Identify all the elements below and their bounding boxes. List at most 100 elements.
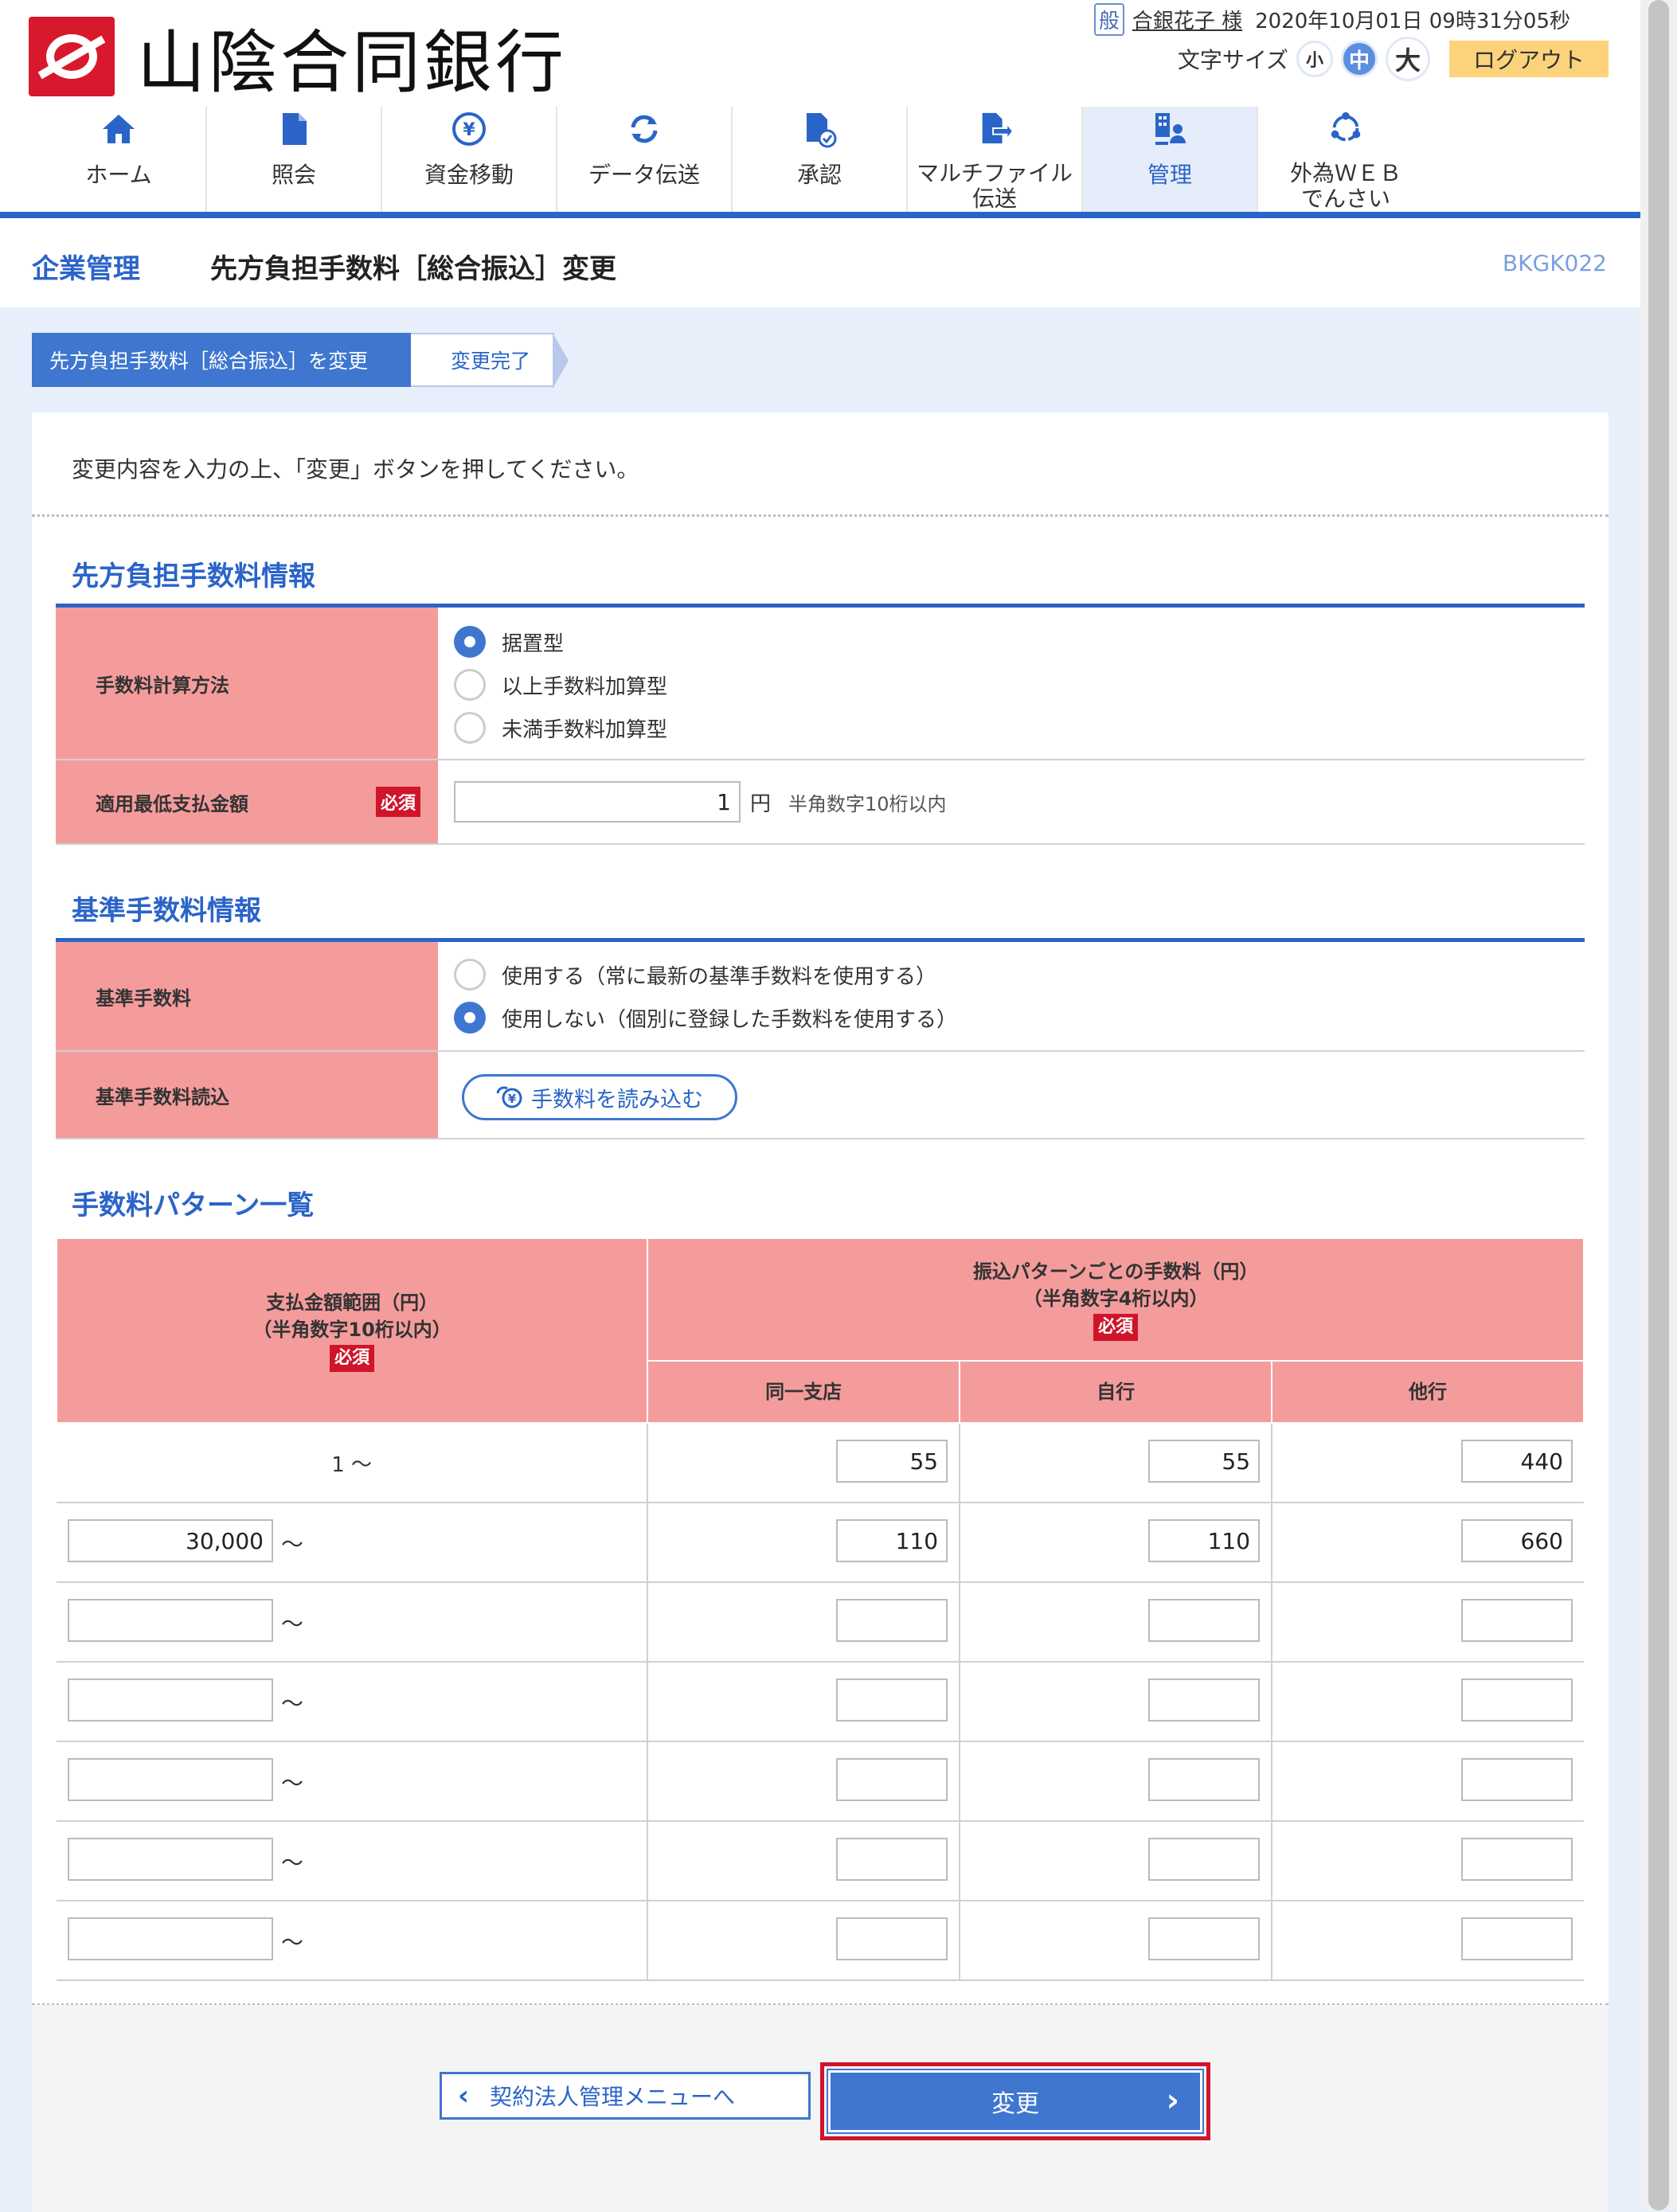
base-fee-label: 基準手数料 bbox=[56, 942, 438, 1050]
bank-logo-mark-icon bbox=[29, 16, 115, 96]
fee-input[interactable]: 55 bbox=[836, 1440, 948, 1483]
calc-option-fixed[interactable]: 据置型 bbox=[438, 620, 667, 663]
fee-cell bbox=[1272, 1901, 1584, 1981]
nav-label-data-transfer: データ伝送 bbox=[588, 162, 700, 188]
back-to-menu-button[interactable]: ‹ 契約法人管理メニューへ bbox=[440, 2072, 811, 2120]
range-input[interactable] bbox=[68, 1679, 273, 1722]
nav-label-forex: 外為ＷＥＢ でんさい bbox=[1289, 160, 1401, 212]
fee-input[interactable] bbox=[1461, 1838, 1573, 1881]
nav-item-inquiry[interactable]: 照会 bbox=[207, 107, 382, 212]
radio-icon[interactable] bbox=[454, 712, 486, 744]
nav-underline bbox=[0, 212, 1640, 218]
font-size-medium-button[interactable]: 中 bbox=[1341, 41, 1378, 77]
nav-label-admin: 管理 bbox=[1147, 162, 1192, 188]
fee-cell: 110 bbox=[960, 1503, 1273, 1583]
nav-label-fund-transfer: 資金移動 bbox=[424, 162, 514, 188]
nav-item-approval[interactable]: 承認 bbox=[733, 107, 908, 212]
table-row: ～ bbox=[57, 1662, 1584, 1742]
table-row: ～ bbox=[57, 1821, 1584, 1901]
tilde-label: ～ bbox=[281, 1850, 304, 1876]
table-row: ～ bbox=[57, 1741, 1584, 1822]
font-size-small-button[interactable]: 小 bbox=[1296, 41, 1333, 77]
sync-icon bbox=[631, 115, 658, 143]
divider bbox=[32, 514, 1609, 517]
fee-input[interactable] bbox=[1148, 1758, 1261, 1801]
fee-input[interactable] bbox=[1148, 1917, 1261, 1960]
range-cell: ～ bbox=[57, 1741, 649, 1822]
load-fee-button[interactable]: ¥ 手数料を読み込む bbox=[462, 1074, 737, 1120]
change-submit-button[interactable]: 変更 › bbox=[827, 2069, 1204, 2134]
min-amount-row: 適用最低支払金額 必須 1 円 半角数字10桁以内 bbox=[56, 760, 1585, 845]
fee-input[interactable] bbox=[836, 1838, 948, 1881]
nav-item-fund-transfer[interactable]: ¥ 資金移動 bbox=[382, 107, 557, 212]
change-button-label: 変更 bbox=[991, 2090, 1039, 2118]
base-fee-option-use[interactable]: 使用する（常に最新の基準手数料を使用する） bbox=[438, 953, 957, 996]
table-row: ～ bbox=[57, 1582, 1584, 1663]
admin-icon bbox=[1155, 113, 1186, 145]
fee-input[interactable] bbox=[836, 1599, 948, 1642]
fee-input[interactable] bbox=[1148, 1679, 1261, 1722]
calc-option-label: 未満手数料加算型 bbox=[502, 717, 668, 742]
nav-item-forex[interactable]: 外為ＷＥＢ でんさい bbox=[1258, 107, 1433, 212]
base-fee-load-label: 基準手数料読込 bbox=[56, 1052, 438, 1138]
base-fee-option-nouse[interactable]: 使用しない（個別に登録した手数料を使用する） bbox=[438, 996, 957, 1039]
table-row: 30,000 ～ 110 110 660 bbox=[57, 1503, 1584, 1583]
fee-cell: 55 bbox=[647, 1423, 961, 1503]
fee-input[interactable] bbox=[1461, 1599, 1573, 1642]
page-scrollbar[interactable] bbox=[1640, 0, 1677, 2210]
col-same-branch: 同一支店 bbox=[647, 1360, 961, 1424]
fee-header: 振込パターンごとの手数料（円） （半角数字4桁以内） 必須 bbox=[647, 1237, 1585, 1362]
fee-input[interactable] bbox=[1461, 1679, 1573, 1722]
screen-id: BKGK022 bbox=[1502, 250, 1607, 276]
range-input[interactable] bbox=[68, 1758, 273, 1801]
fee-input[interactable] bbox=[1148, 1838, 1261, 1881]
fee-input[interactable] bbox=[1148, 1599, 1261, 1642]
step-complete: 変更完了 bbox=[411, 333, 569, 389]
base-fee-row: 基準手数料 使用する（常に最新の基準手数料を使用する） 使用しない（個別に登録し… bbox=[56, 942, 1585, 1052]
document-icon bbox=[283, 113, 307, 145]
main-nav: ホーム 照会 ¥ 資金移動 データ伝送 承認 マルチファイル 伝送 管理 外為Ｗ bbox=[32, 107, 1433, 212]
min-amount-input[interactable]: 1 bbox=[454, 781, 741, 823]
fee-input[interactable] bbox=[836, 1917, 948, 1960]
fee-cell bbox=[960, 1821, 1273, 1901]
nav-item-data-transfer[interactable]: データ伝送 bbox=[557, 107, 733, 212]
font-size-large-button[interactable]: 大 bbox=[1386, 37, 1430, 81]
fee-cell bbox=[647, 1741, 961, 1822]
yen-load-icon: ¥ bbox=[496, 1086, 522, 1108]
calc-option-above[interactable]: 以上手数料加算型 bbox=[438, 663, 667, 706]
nav-item-multi-file[interactable]: マルチファイル 伝送 bbox=[908, 107, 1083, 212]
table-row: 1 ～ 55 55 440 bbox=[57, 1423, 1584, 1503]
fee-input[interactable] bbox=[836, 1758, 948, 1801]
radio-icon[interactable] bbox=[454, 669, 486, 701]
nav-item-admin[interactable]: 管理 bbox=[1083, 107, 1258, 212]
fee-cell: 110 bbox=[647, 1503, 961, 1583]
calc-option-label: 据置型 bbox=[502, 631, 565, 656]
fee-input[interactable]: 55 bbox=[1148, 1440, 1261, 1483]
scrollbar-thumb[interactable] bbox=[1648, 0, 1669, 2210]
calc-option-below[interactable]: 未満手数料加算型 bbox=[438, 706, 667, 749]
range-input[interactable] bbox=[68, 1838, 273, 1881]
fee-input[interactable]: 440 bbox=[1461, 1440, 1573, 1483]
range-cell: 1 ～ bbox=[57, 1423, 649, 1503]
nav-item-home[interactable]: ホーム bbox=[32, 107, 207, 212]
range-input[interactable] bbox=[68, 1599, 273, 1642]
calc-method-label: 手数料計算方法 bbox=[56, 608, 438, 759]
action-area: ‹ 契約法人管理メニューへ 変更 › bbox=[32, 2005, 1609, 2212]
radio-selected-icon[interactable] bbox=[454, 1002, 486, 1034]
fee-input[interactable]: 110 bbox=[836, 1519, 948, 1562]
load-fee-button-label: 手数料を読み込む bbox=[531, 1087, 703, 1112]
user-name-link[interactable]: 合銀花子 様 bbox=[1132, 5, 1242, 34]
fee-input[interactable]: 660 bbox=[1461, 1519, 1573, 1562]
fee-input[interactable] bbox=[836, 1679, 948, 1722]
fee-input[interactable] bbox=[1461, 1917, 1573, 1960]
step-current: 先方負担手数料［総合振込］を変更 bbox=[32, 333, 428, 387]
logout-button[interactable]: ログアウト bbox=[1449, 41, 1609, 77]
nav-label-inquiry: 照会 bbox=[271, 162, 316, 188]
radio-selected-icon[interactable] bbox=[454, 626, 486, 658]
fee-input[interactable]: 110 bbox=[1148, 1519, 1261, 1562]
radio-icon[interactable] bbox=[454, 959, 486, 991]
range-input[interactable]: 30,000 bbox=[68, 1519, 273, 1562]
fee-input[interactable] bbox=[1461, 1758, 1573, 1801]
bank-logo[interactable]: 山陰合同銀行 bbox=[29, 6, 567, 106]
range-input[interactable] bbox=[68, 1917, 273, 1960]
